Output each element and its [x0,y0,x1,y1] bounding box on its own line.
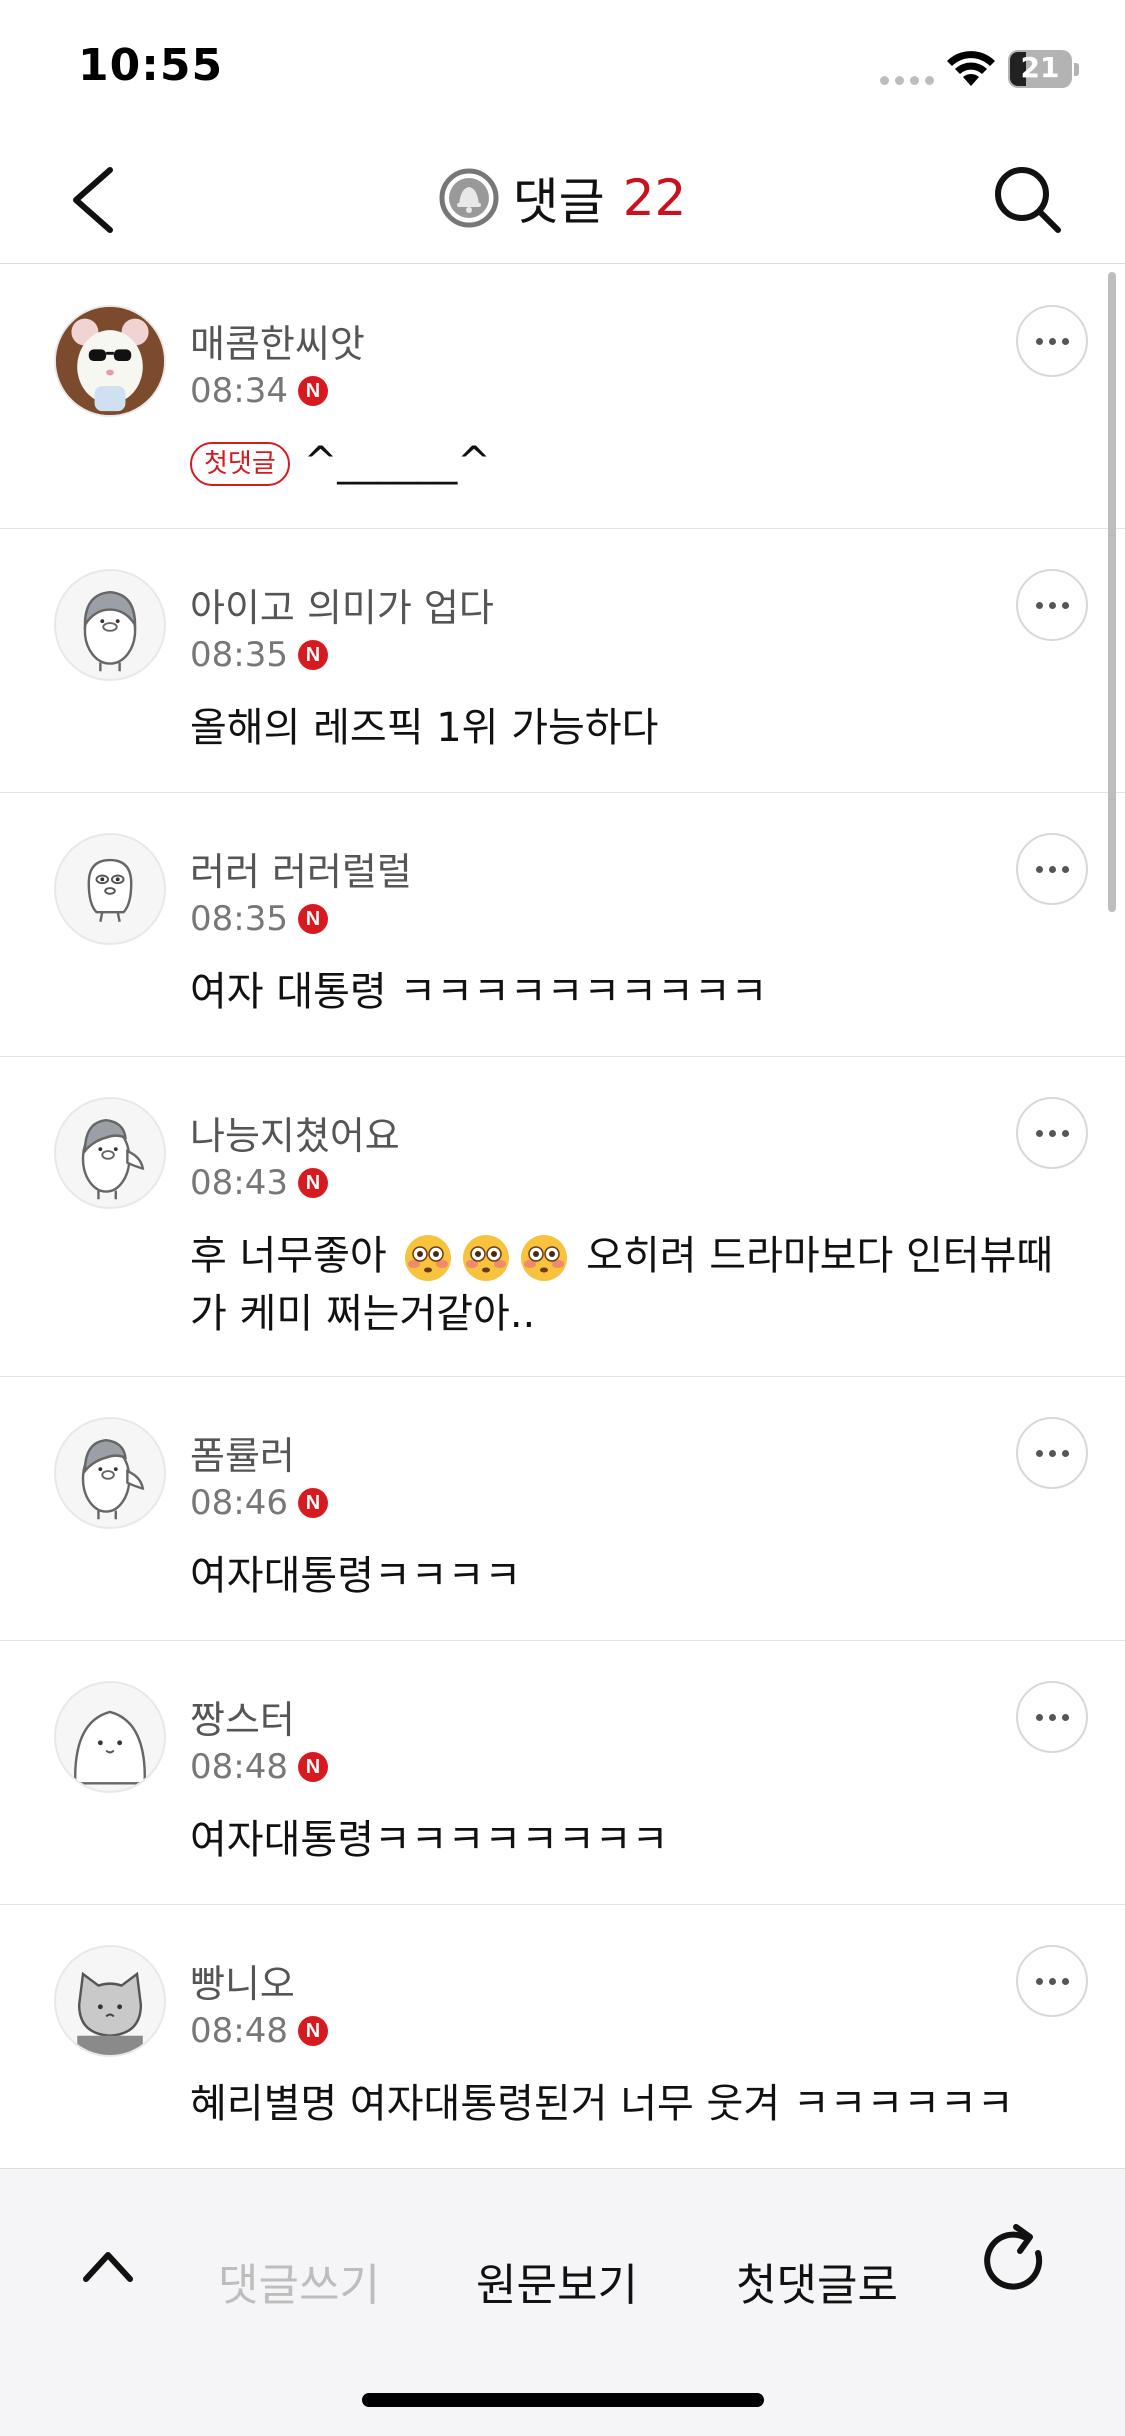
comment-item: 폼률러 08:46 N 여자대통령ㅋㅋㅋㅋ [0,1377,1125,1641]
more-options-button[interactable] [1016,305,1088,377]
comment-list: 매콤한씨앗 08:34 N 첫댓글 ^______^ 아이고 의미가 업다 08:… [0,265,1125,2169]
refresh-button[interactable] [980,2221,1052,2301]
comment-text: 첫댓글 ^______^ [190,433,1070,491]
comment-nickname[interactable]: 폼률러 [190,1425,295,1480]
more-options-button[interactable] [1016,1097,1088,1169]
blob-avatar[interactable] [54,833,166,945]
new-badge: N [297,1488,328,1518]
wifi-icon [947,51,995,86]
comment-nickname[interactable]: 짱스터 [190,1689,295,1744]
home-indicator[interactable] [362,2393,764,2407]
comment-item: 러러 러러럴럴 08:35 N 여자 대통령 ㅋㅋㅋㅋㅋㅋㅋㅋㅋㅋ [0,793,1125,1057]
comment-nickname[interactable]: 러러 러러럴럴 [190,841,412,896]
comment-meta: 08:43 N [190,1163,328,1203]
comment-text: 올해의 레즈픽 1위 가능하다 [190,705,659,751]
flushed-face-icon [463,1235,510,1281]
comment-body: ^______^ [303,439,491,485]
comment-meta: 08:34 N [190,371,328,411]
battery-icon: 21 [1008,50,1079,88]
flushed-face-icon [521,1235,568,1281]
cat-avatar[interactable] [54,1945,166,2057]
new-badge: N [297,2016,328,2046]
more-options-button[interactable] [1016,1417,1088,1489]
mouse-sunglasses-avatar[interactable] [54,305,166,417]
comment-time: 08:35 [190,899,288,939]
comment-time: 08:35 [190,635,288,675]
comment-item: 짱스터 08:48 N 여자대통령ㅋㅋㅋㅋㅋㅋㅋㅋ [0,1641,1125,1905]
scroll-up-button[interactable] [78,2241,138,2291]
comment-meta: 08:35 N [190,635,328,675]
more-options-button[interactable] [1016,1945,1088,2017]
comment-nickname[interactable]: 매콤한씨앗 [190,313,365,368]
comment-text: 혜리별명 여자대통령된거 너무 웃겨 ㅋㅋㅋㅋㅋㅋ [190,2081,1014,2127]
penguin-wave-avatar[interactable] [54,1417,166,1529]
scrollbar[interactable] [1108,272,1116,912]
page-title: 댓글 22 [0,162,1125,234]
comment-body-start: 후 너무좋아 [190,1233,387,1279]
status-time: 10:55 [78,40,224,91]
search-button[interactable] [990,162,1066,238]
new-badge: N [297,904,328,934]
header: 댓글 22 [0,132,1125,264]
penguin-avatar[interactable] [54,569,166,681]
comment-time: 08:34 [190,371,288,411]
comment-text: 여자대통령ㅋㅋㅋㅋㅋㅋㅋㅋ [190,1817,669,1863]
new-badge: N [297,1168,328,1198]
comment-time: 08:43 [190,1163,288,1203]
more-options-button[interactable] [1016,833,1088,905]
comment-text: 후 너무좋아 오히려 드라마보다 인터뷰때 가 케미 쩌는거같아.. [190,1227,1070,1343]
penguin-wave-avatar[interactable] [54,1097,166,1209]
first-comment-button[interactable]: 첫댓글로 [736,2249,898,2313]
round-face-avatar[interactable] [54,1681,166,1793]
new-badge: N [297,376,328,406]
comment-item: 아이고 의미가 업다 08:35 N 올해의 레즈픽 1위 가능하다 [0,529,1125,793]
new-badge: N [297,640,328,670]
battery-level: 21 [1020,51,1060,84]
comment-text: 여자대통령ㅋㅋㅋㅋ [190,1553,522,1599]
first-comment-badge: 첫댓글 [190,442,290,486]
view-original-button[interactable]: 원문보기 [476,2249,638,2313]
comment-nickname[interactable]: 빵니오 [190,1953,295,2008]
new-badge: N [297,1752,328,1782]
status-bar: 10:55 21 [0,0,1125,132]
comment-nickname[interactable]: 나능지쳤어요 [190,1105,400,1160]
comment-item: 빵니오 08:48 N 혜리별명 여자대통령된거 너무 웃겨 ㅋㅋㅋㅋㅋㅋ [0,1905,1125,2169]
write-comment-button[interactable]: 댓글쓰기 [218,2249,380,2313]
title-label: 댓글 [512,173,605,231]
comment-item: 나능지쳤어요 08:43 N 후 너무좋아 오히려 드라마보다 인터뷰때 가 케… [0,1057,1125,1377]
comment-text: 여자 대통령 ㅋㅋㅋㅋㅋㅋㅋㅋㅋㅋ [190,969,768,1015]
comment-time: 08:48 [190,2011,288,2051]
more-options-button[interactable] [1016,1681,1088,1753]
comment-meta: 08:46 N [190,1483,328,1523]
comment-meta: 08:35 N [190,899,328,939]
comment-meta: 08:48 N [190,1747,328,1787]
flushed-face-icon [405,1235,452,1281]
bell-icon[interactable] [439,168,499,228]
comment-count: 22 [622,169,687,227]
comment-meta: 08:48 N [190,2011,328,2051]
signal-icon [880,76,934,85]
comment-item: 매콤한씨앗 08:34 N 첫댓글 ^______^ [0,265,1125,529]
comment-time: 08:46 [190,1483,288,1523]
comment-time: 08:48 [190,1747,288,1787]
more-options-button[interactable] [1016,569,1088,641]
comment-nickname[interactable]: 아이고 의미가 업다 [190,577,494,632]
